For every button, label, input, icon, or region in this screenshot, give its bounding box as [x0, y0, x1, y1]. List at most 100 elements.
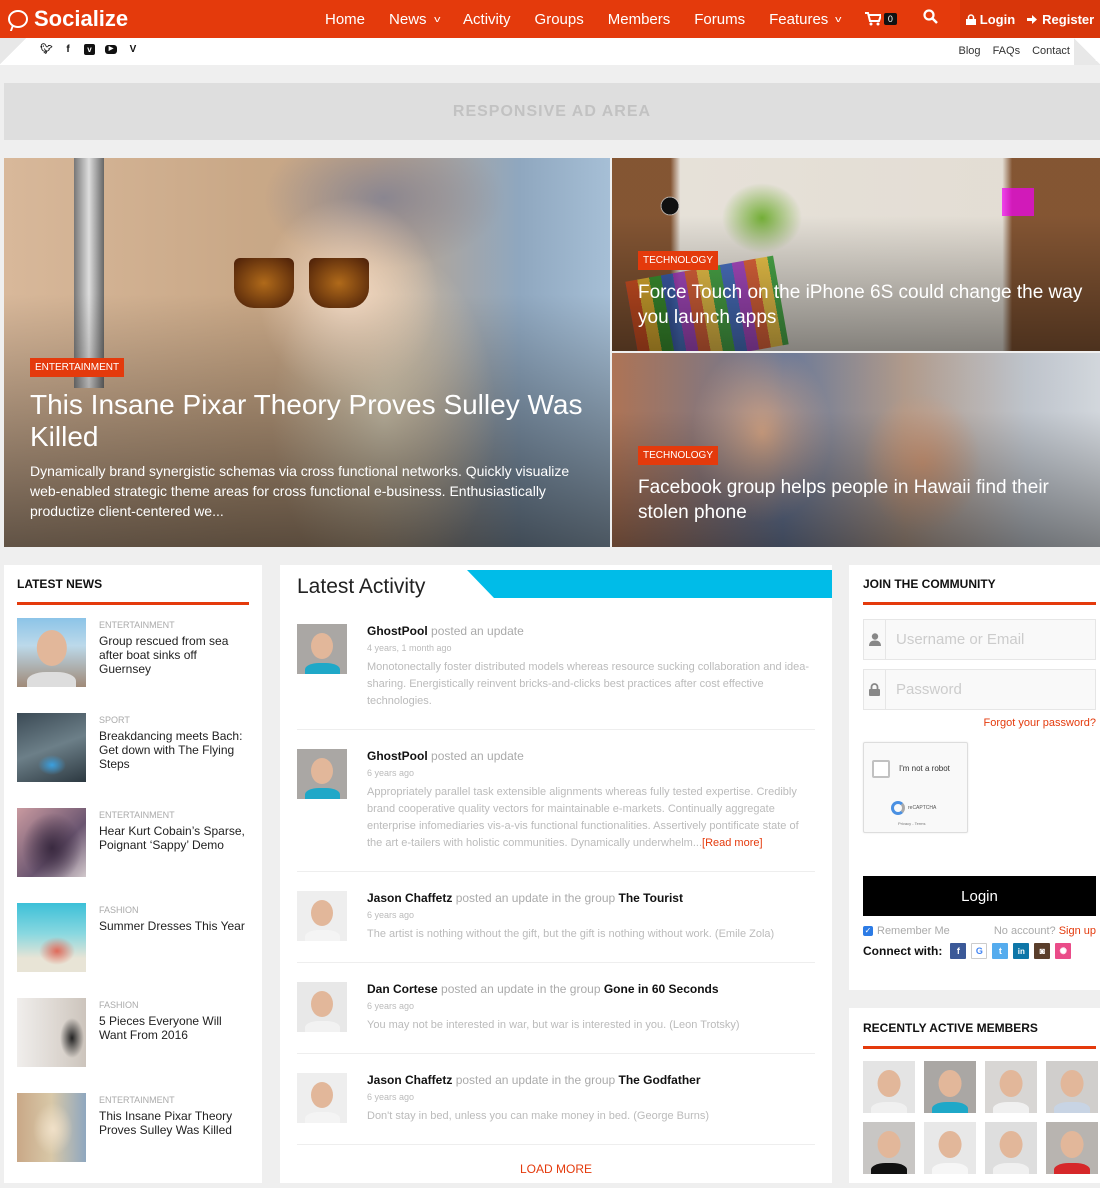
nav-features[interactable]: Features v [757, 0, 853, 38]
facebook-icon[interactable]: f [62, 44, 74, 55]
user-avatar[interactable] [297, 624, 347, 674]
read-more-link[interactable]: [Read more] [702, 837, 763, 849]
nav-members[interactable]: Members [596, 0, 683, 38]
member-avatar[interactable] [863, 1122, 915, 1174]
vimeo-icon[interactable]: v [84, 44, 95, 55]
featured-post-side[interactable]: TECHNOLOGY Facebook group helps people i… [612, 353, 1100, 547]
news-title[interactable]: 5 Pieces Everyone Will Want From 2016 [99, 1014, 249, 1042]
member-avatar[interactable] [863, 1061, 915, 1113]
search-button[interactable] [909, 9, 952, 29]
twitter-login-icon[interactable]: t [992, 943, 1009, 959]
twitter-icon[interactable]: 🐦︎ [40, 44, 53, 55]
category-tag[interactable]: TECHNOLOGY [638, 251, 719, 270]
news-item[interactable]: FASHION 5 Pieces Everyone Will Want From … [17, 998, 249, 1093]
vine-icon[interactable]: V [127, 44, 139, 55]
category-tag[interactable]: TECHNOLOGY [638, 446, 719, 465]
member-avatar[interactable] [924, 1122, 976, 1174]
load-more-button[interactable]: LOAD MORE [297, 1162, 815, 1176]
featured-title[interactable]: Force Touch on the iPhone 6S could chang… [638, 280, 1098, 330]
news-title[interactable]: This Insane Pixar Theory Proves Sulley W… [99, 1109, 249, 1137]
password-input[interactable] [886, 670, 1095, 709]
linkedin-login-icon[interactable]: in [1013, 943, 1030, 959]
register-link[interactable]: Register [1027, 12, 1094, 27]
featured-title[interactable]: This Insane Pixar Theory Proves Sulley W… [30, 389, 590, 453]
news-title[interactable]: Summer Dresses This Year [99, 919, 245, 933]
activity-user-link[interactable]: Jason Chaffetz [367, 1073, 452, 1087]
news-category[interactable]: SPORT [99, 715, 249, 725]
activity-user-link[interactable]: GhostPool [367, 749, 428, 763]
activity-group-link[interactable]: The Godfather [619, 1073, 701, 1087]
user-avatar[interactable] [297, 1073, 347, 1123]
ad-area[interactable]: RESPONSIVE AD AREA [4, 83, 1100, 140]
news-category[interactable]: ENTERTAINMENT [99, 810, 249, 820]
activity-action: posted an update in the group [455, 891, 616, 905]
activity-user-link[interactable]: Dan Cortese [367, 982, 438, 996]
news-thumbnail[interactable] [17, 998, 86, 1067]
member-avatar[interactable] [985, 1122, 1037, 1174]
youtube-icon[interactable]: ▶ [105, 45, 117, 54]
faqs-link[interactable]: FAQs [993, 45, 1021, 57]
news-thumbnail[interactable] [17, 618, 86, 687]
blog-link[interactable]: Blog [959, 45, 981, 57]
user-avatar[interactable] [297, 749, 347, 799]
activity-time[interactable]: 4 years, 1 month ago [367, 643, 815, 653]
google-login-icon[interactable]: G [971, 943, 988, 959]
news-thumbnail[interactable] [17, 713, 86, 782]
news-thumbnail[interactable] [17, 903, 86, 972]
featured-title[interactable]: Facebook group helps people in Hawaii fi… [638, 475, 1098, 525]
dribbble-login-icon[interactable]: ✺ [1055, 943, 1072, 959]
recaptcha-checkbox[interactable] [872, 760, 890, 778]
member-avatar[interactable] [1046, 1061, 1098, 1113]
activity-time[interactable]: 6 years ago [367, 910, 774, 920]
news-category[interactable]: FASHION [99, 905, 245, 915]
activity-time[interactable]: 6 years ago [367, 1092, 709, 1102]
activity-user-link[interactable]: Jason Chaffetz [367, 891, 452, 905]
remember-me-checkbox[interactable]: ✓ Remember Me [863, 925, 950, 937]
nav-groups[interactable]: Groups [523, 0, 596, 38]
forgot-password-link[interactable]: Forgot your password? [984, 717, 1097, 729]
lock-icon [864, 670, 886, 709]
recaptcha-terms-link[interactable]: Privacy - Terms [898, 821, 925, 826]
activity-group-link[interactable]: Gone in 60 Seconds [604, 982, 719, 996]
user-avatar[interactable] [297, 982, 347, 1032]
login-link[interactable]: Login [965, 12, 1015, 27]
nav-home[interactable]: Home [313, 0, 377, 38]
news-title[interactable]: Hear Kurt Cobain’s Sparse, Poignant ‘Sap… [99, 824, 249, 852]
featured-post-main[interactable]: ENTERTAINMENT This Insane Pixar Theory P… [4, 158, 610, 547]
user-avatar[interactable] [297, 891, 347, 941]
member-avatar[interactable] [1046, 1122, 1098, 1174]
news-thumbnail[interactable] [17, 1093, 86, 1162]
news-thumbnail[interactable] [17, 808, 86, 877]
username-input[interactable] [886, 620, 1095, 659]
news-item[interactable]: ENTERTAINMENT Hear Kurt Cobain’s Sparse, … [17, 808, 249, 903]
member-avatar[interactable] [985, 1061, 1037, 1113]
instagram-login-icon[interactable]: ◙ [1034, 943, 1051, 959]
cart-button[interactable]: 0 [853, 12, 909, 26]
news-item[interactable]: SPORT Breakdancing meets Bach: Get down w… [17, 713, 249, 808]
activity-user-link[interactable]: GhostPool [367, 624, 428, 638]
category-tag[interactable]: ENTERTAINMENT [30, 358, 125, 377]
nav-forums[interactable]: Forums [682, 0, 757, 38]
site-logo[interactable]: Socialize [8, 5, 128, 33]
featured-post-side[interactable]: TECHNOLOGY Force Touch on the iPhone 6S … [612, 158, 1100, 351]
news-category[interactable]: FASHION [99, 1000, 249, 1010]
news-item[interactable]: ENTERTAINMENT Group rescued from sea afte… [17, 618, 249, 713]
contact-link[interactable]: Contact [1032, 45, 1070, 57]
activity-group-link[interactable]: The Tourist [619, 891, 683, 905]
news-title[interactable]: Breakdancing meets Bach: Get down with T… [99, 729, 249, 771]
nav-activity[interactable]: Activity [451, 0, 523, 38]
nav-news[interactable]: News v [377, 0, 451, 38]
password-field-group [863, 669, 1096, 710]
news-category[interactable]: ENTERTAINMENT [99, 1095, 249, 1105]
activity-time[interactable]: 6 years ago [367, 768, 815, 778]
activity-time[interactable]: 6 years ago [367, 1001, 740, 1011]
news-item[interactable]: FASHION Summer Dresses This Year [17, 903, 249, 998]
activity-content: Don't stay in bed, unless you can make m… [367, 1110, 710, 1122]
news-title[interactable]: Group rescued from sea after boat sinks … [99, 634, 249, 676]
news-item[interactable]: ENTERTAINMENT This Insane Pixar Theory Pr… [17, 1093, 249, 1188]
sign-up-link[interactable]: Sign up [1059, 925, 1096, 937]
news-category[interactable]: ENTERTAINMENT [99, 620, 249, 630]
login-button[interactable]: Login [863, 876, 1096, 916]
member-avatar[interactable] [924, 1061, 976, 1113]
facebook-login-icon[interactable]: f [950, 943, 967, 959]
